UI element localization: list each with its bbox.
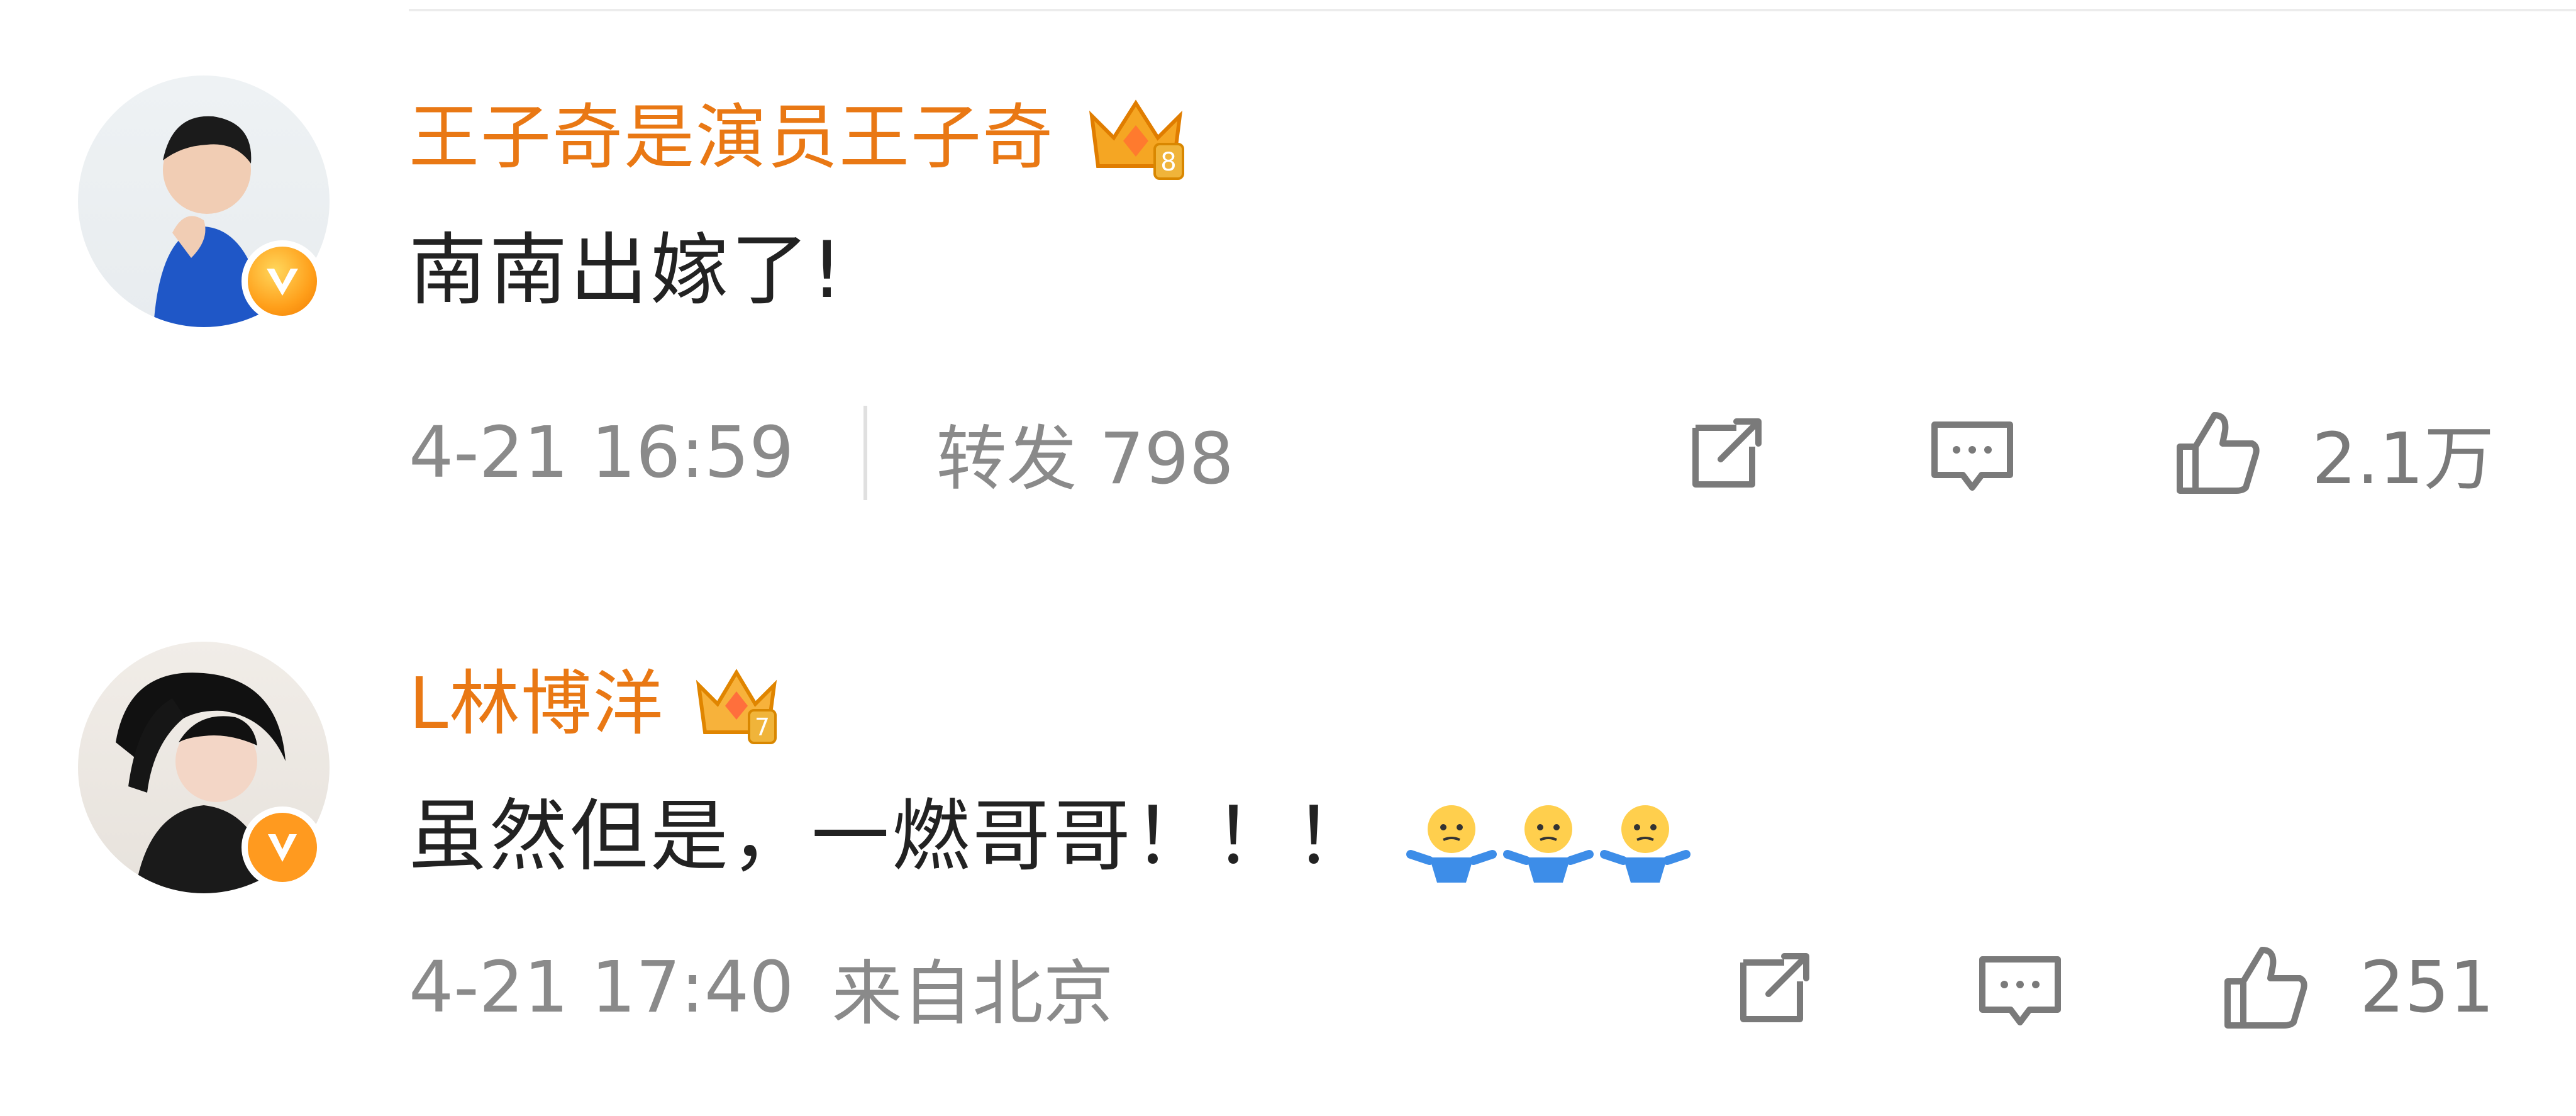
comment-text: 虽然但是，一燃哥哥！！！ xyxy=(409,786,1692,889)
top-divider xyxy=(409,9,2576,11)
comment-text-body: 虽然但是，一燃哥哥！！！ xyxy=(409,791,1375,882)
location: 来自北京 xyxy=(831,953,1114,1035)
like-count: 2.1万 xyxy=(2311,418,2494,500)
badge-level: 8 xyxy=(1160,148,1176,177)
share-icon[interactable] xyxy=(1677,403,1777,503)
username[interactable]: 王子奇是演员王子奇 xyxy=(409,91,1054,185)
shrug-emoji-icon xyxy=(1404,795,1499,889)
comment-icon[interactable] xyxy=(1922,403,2023,503)
divider xyxy=(863,406,867,500)
comment-icon[interactable] xyxy=(1970,937,2070,1038)
crown-badge-icon: 7 xyxy=(689,657,784,751)
shrug-emoji-icon xyxy=(1501,795,1596,889)
like-thumb-icon[interactable] xyxy=(2167,403,2268,503)
timestamp: 4-21 16:59 xyxy=(409,412,794,494)
shrug-emoji-icon xyxy=(1598,795,1692,889)
verified-v-icon xyxy=(242,806,323,888)
like-thumb-icon[interactable] xyxy=(2215,937,2316,1038)
verified-v-icon xyxy=(242,240,323,322)
like-count: 251 xyxy=(2360,947,2494,1029)
crown-badge-icon: 8 xyxy=(1079,91,1192,185)
badge-level: 7 xyxy=(755,713,770,741)
comment-text: 南南出嫁了! xyxy=(409,225,845,316)
repost-count[interactable]: 转发 798 xyxy=(936,402,1234,504)
username[interactable]: L林博洋 xyxy=(409,657,664,751)
timestamp: 4-21 17:40 xyxy=(409,947,794,1029)
share-icon[interactable] xyxy=(1724,937,1825,1038)
